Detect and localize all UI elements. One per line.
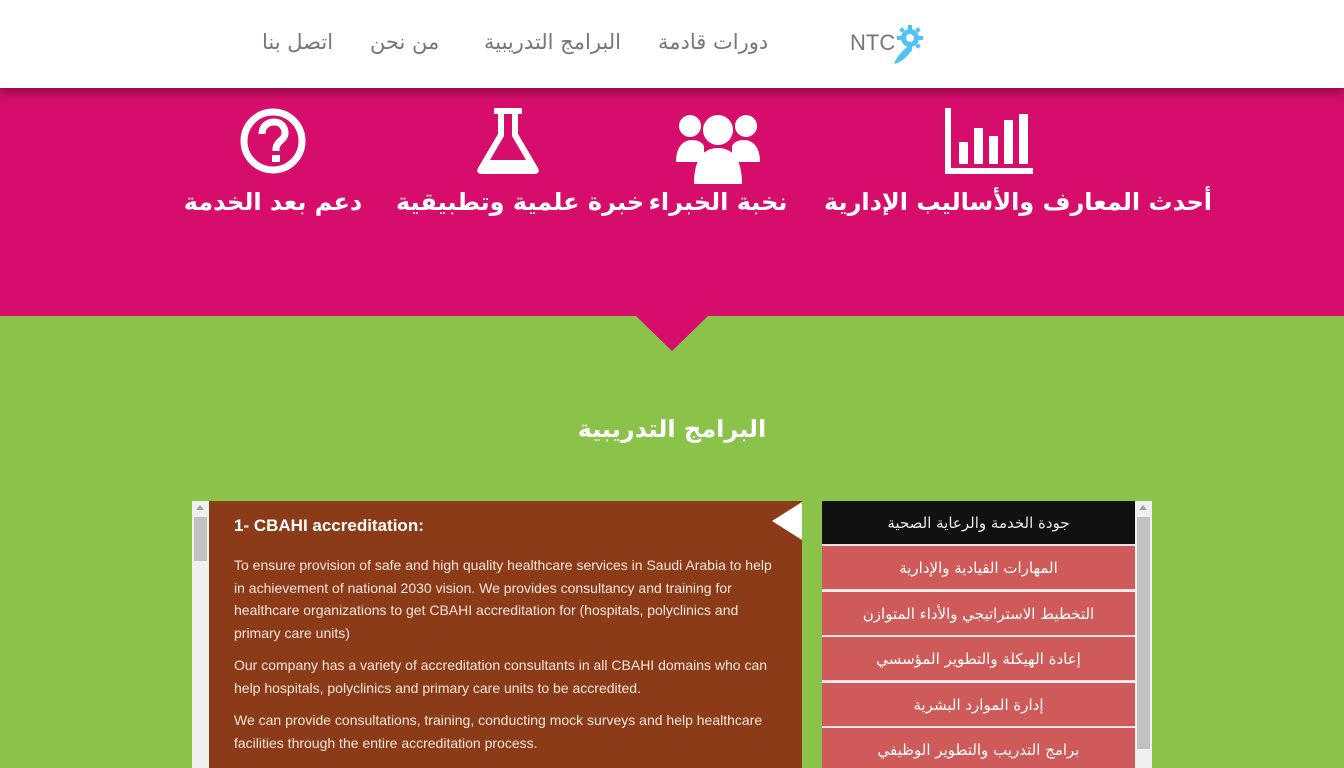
feature-expert-elite-label: نخبة الخبراء	[648, 188, 788, 216]
section-pointer	[636, 316, 708, 351]
nav-about-us[interactable]: من نحن	[370, 30, 439, 54]
panel-paragraph: Our company has a variety of accreditati…	[234, 657, 768, 696]
feature-scientific-experience-label: خبرة علمية وتطبيقية	[396, 188, 645, 216]
bar-chart-icon	[945, 108, 1033, 174]
feature-after-service-support	[240, 108, 306, 174]
scroll-up-arrow-icon[interactable]	[1139, 505, 1147, 510]
gear-logo-icon	[894, 25, 923, 64]
panel-notch	[772, 502, 802, 540]
question-circle-icon	[240, 108, 306, 174]
section-title: البرامج التدريبية	[577, 415, 767, 443]
features-band: أحدث المعارف والأساليب الإدارية نخبة الخ…	[0, 88, 1344, 316]
list-scrollbar[interactable]	[1135, 501, 1152, 768]
program-item-training-development[interactable]: برامج التدريب والتطوير الوظيفي	[822, 728, 1135, 768]
program-item-strategic-planning[interactable]: التخطيط الاستراتيجي والأداء المتوازن	[822, 592, 1135, 636]
scroll-up-arrow-icon[interactable]	[196, 505, 204, 510]
panel-heading: 1- CBAHI accreditation:	[234, 516, 424, 535]
program-item-hr-management[interactable]: إدارة الموارد البشرية	[822, 683, 1135, 727]
nav-contact-us[interactable]: اتصل بنا	[262, 30, 333, 54]
program-item-leadership-skills[interactable]: المهارات القيادية والإدارية	[822, 546, 1135, 590]
panel-paragraph: To ensure provision of safe and high qua…	[234, 557, 772, 641]
feature-scientific-experience	[476, 108, 540, 174]
feature-latest-knowledge-label: أحدث المعارف والأساليب الإدارية	[824, 188, 1213, 216]
program-item-restructuring[interactable]: إعادة الهيكلة والتطوير المؤسسي	[822, 637, 1135, 681]
program-item-healthcare-quality[interactable]: جودة الخدمة والرعاية الصحية	[822, 501, 1135, 545]
panel-paragraph: We can provide consultations, training, …	[234, 712, 763, 751]
nav-upcoming-courses[interactable]: دورات قادمة	[658, 30, 768, 54]
nav-training-programs[interactable]: البرامج التدريبية	[484, 30, 621, 54]
feature-expert-elite	[676, 108, 760, 184]
feature-latest-knowledge	[944, 108, 1034, 174]
panel-scrollbar[interactable]	[192, 501, 209, 768]
flask-icon	[477, 108, 539, 174]
site-header: NTC دورات قادمة البرامج التدريبية من نحن…	[0, 0, 1344, 88]
users-icon	[676, 115, 760, 184]
scrollbar-thumb[interactable]	[1137, 517, 1150, 749]
site-logo[interactable]: NTC	[850, 24, 926, 66]
scrollbar-thumb[interactable]	[194, 517, 207, 561]
feature-after-service-support-label: دعم بعد الخدمة	[183, 188, 363, 216]
